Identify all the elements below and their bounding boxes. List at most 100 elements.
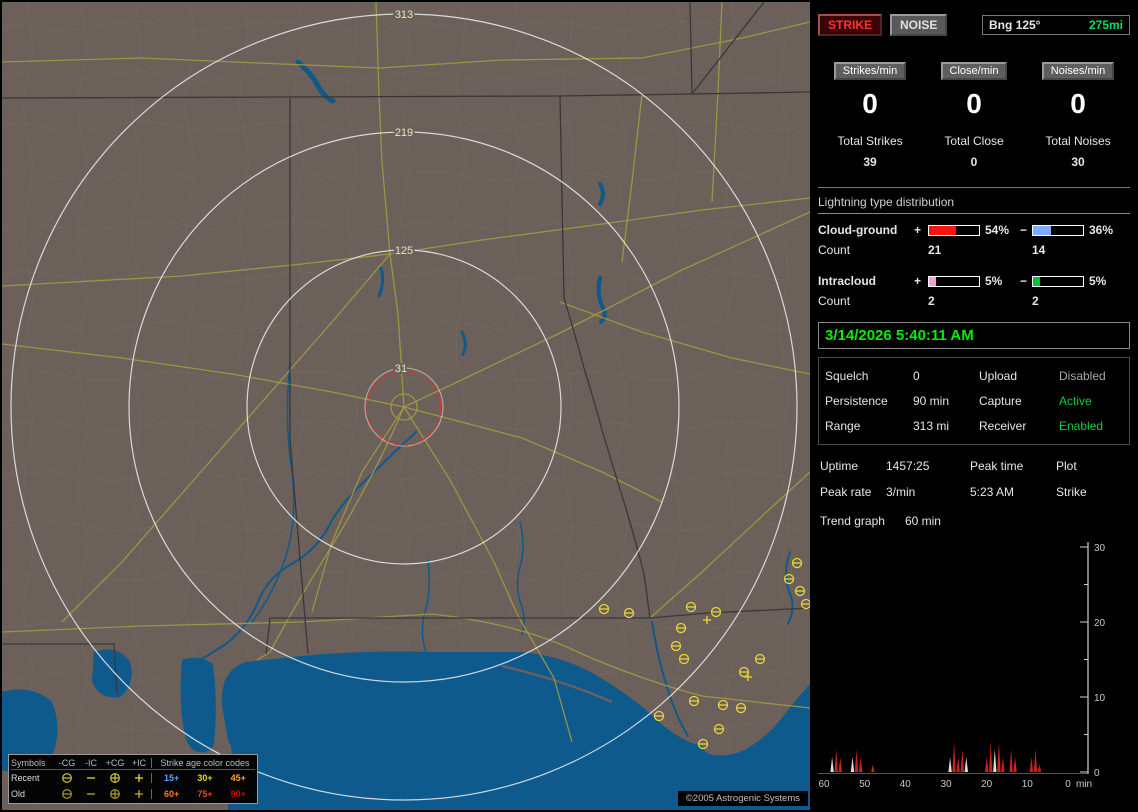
cg-minus-bar xyxy=(1032,224,1084,236)
trend-graph-header: Trend graph 60 min xyxy=(818,514,1130,528)
legend-ic-plus-header: +IC xyxy=(131,757,147,768)
trend-spike xyxy=(1037,764,1042,772)
app-window: 313 219 125 31 Symbols -CG -IC +CG +IC S… xyxy=(0,0,1138,812)
peak-time-value: 5:23 AM xyxy=(970,485,1015,499)
count-label: Count xyxy=(818,243,851,257)
noises-per-min-badge: Noises/min xyxy=(1041,62,1115,80)
cg-plus-pct: 54% xyxy=(985,223,1010,237)
uptime-grid: Uptime 1457:25 Peak time Plot Peak rate … xyxy=(818,459,1130,499)
trend-graph: 60 50 40 30 20 10 0 min 3020100 xyxy=(818,542,1106,790)
persistence-value: 90 min xyxy=(913,394,950,408)
panel-toolbar: STRIKE NOISE Bng 125° 275mi xyxy=(818,14,1130,36)
svg-text:20: 20 xyxy=(981,779,993,790)
map-canvas: 313 219 125 31 xyxy=(2,2,810,810)
totals: Total Strikes 39 Total Close 0 Total Noi… xyxy=(818,134,1130,169)
ic-minus-bar xyxy=(1032,275,1084,287)
legend-age-title: Strike age color codes xyxy=(151,757,255,768)
mobile-bay xyxy=(180,657,216,753)
bearing-range: 275mi xyxy=(1088,18,1123,32)
cg-minus-icon xyxy=(55,788,79,800)
ring-label-313: 313 xyxy=(395,9,413,21)
noises-per-min-value: 0 xyxy=(1070,88,1086,119)
svg-text:min: min xyxy=(1076,779,1092,790)
lightning-map[interactable]: 313 219 125 31 Symbols -CG -IC +CG +IC S… xyxy=(2,2,810,810)
ic-plus-count: 2 xyxy=(928,294,935,308)
close-per-min-badge: Close/min xyxy=(940,62,1008,80)
range-label: Range xyxy=(825,419,861,433)
ic-minus-icon xyxy=(79,788,103,800)
age-code: 15+ xyxy=(164,773,180,783)
cg-minus-icon xyxy=(55,772,79,784)
cg-plus-icon xyxy=(103,772,127,784)
status-grid: Squelch 0 Upload Disabled Persistence 90… xyxy=(818,357,1130,445)
rate-badges: Strikes/min Close/min Noises/min xyxy=(818,62,1130,80)
svg-text:0: 0 xyxy=(1065,779,1071,790)
bearing-label: Bng 125° xyxy=(989,18,1041,32)
ic-minus-icon xyxy=(79,772,103,784)
capture-label: Capture xyxy=(979,394,1022,408)
svg-text:50: 50 xyxy=(859,779,871,790)
strikes-per-min-value: 0 xyxy=(862,88,878,119)
trend-spike xyxy=(985,757,989,772)
range-value: 313 mi xyxy=(913,419,950,433)
ring-label-31: 31 xyxy=(395,363,407,375)
plus-sign: + xyxy=(914,274,922,288)
trend-spike xyxy=(1001,757,1005,772)
legend-ic-minus-header: -IC xyxy=(85,757,97,768)
trend-graph-label: Trend graph xyxy=(820,514,885,528)
trend-spikes xyxy=(830,742,1042,772)
cg-plus-icon xyxy=(103,788,127,800)
age-code: 90+ xyxy=(230,789,246,799)
distribution-title: Lightning type distribution xyxy=(818,188,1130,214)
trend-y-labels: 30 20 10 0 xyxy=(1094,543,1106,779)
cloud-ground-label: Cloud-ground xyxy=(818,223,898,237)
legend-symbols-header: Symbols xyxy=(11,757,46,768)
svg-text:30: 30 xyxy=(940,779,952,790)
trend-spike xyxy=(858,757,863,772)
trend-spike xyxy=(948,757,952,772)
plot-label: Plot xyxy=(1056,459,1077,473)
cg-minus-count: 14 xyxy=(1032,243,1046,257)
age-code: 30+ xyxy=(197,773,213,783)
legend-cg-plus-header: +CG xyxy=(105,757,125,768)
age-code: 75+ xyxy=(197,789,213,799)
control-panel: STRIKE NOISE Bng 125° 275mi Strikes/min … xyxy=(814,0,1138,812)
upload-value: Disabled xyxy=(1059,369,1106,383)
svg-text:40: 40 xyxy=(900,779,912,790)
recent-age-codes: 15+ 30+ 45+ xyxy=(151,773,255,783)
legend-cg-minus-header: -CG xyxy=(58,757,76,768)
old-age-codes: 60+ 75+ 90+ xyxy=(151,789,255,799)
svg-text:10: 10 xyxy=(1022,779,1034,790)
ic-plus-bar xyxy=(928,275,980,287)
ring-label-219: 219 xyxy=(395,127,413,139)
cg-plus-bar xyxy=(928,224,980,236)
ic-plus-icon xyxy=(127,788,151,800)
svg-text:10: 10 xyxy=(1094,693,1106,704)
copyright: ©2005 Astrogenic Systems xyxy=(677,791,808,806)
persistence-label: Persistence xyxy=(825,394,888,408)
peak-time-label: Peak time xyxy=(970,459,1024,473)
svg-text:20: 20 xyxy=(1094,618,1106,629)
strike-button[interactable]: STRIKE xyxy=(818,14,883,36)
svg-text:30: 30 xyxy=(1094,543,1106,554)
trend-spike xyxy=(834,749,838,772)
bearing-display: Bng 125° 275mi xyxy=(982,15,1130,35)
total-close: Total Close 0 xyxy=(944,134,1004,169)
ic-minus-count: 2 xyxy=(1032,294,1039,308)
trend-spike xyxy=(838,757,842,772)
noise-button[interactable]: NOISE xyxy=(890,14,948,36)
count-label: Count xyxy=(818,294,851,308)
trend-spike xyxy=(1013,757,1017,772)
trend-spike xyxy=(830,757,834,772)
trend-spike xyxy=(960,749,964,772)
trend-spike xyxy=(854,749,859,772)
plus-sign: + xyxy=(914,223,922,237)
trend-spike xyxy=(964,757,968,772)
svg-text:0: 0 xyxy=(1094,768,1100,779)
trend-spike xyxy=(952,742,956,772)
squelch-value: 0 xyxy=(913,369,920,383)
receiver-label: Receiver xyxy=(979,419,1027,433)
legend-old-label: Old xyxy=(11,789,26,799)
svg-text:60: 60 xyxy=(818,779,830,790)
trend-x-labels: 60 50 40 30 20 10 0 min xyxy=(818,779,1092,790)
